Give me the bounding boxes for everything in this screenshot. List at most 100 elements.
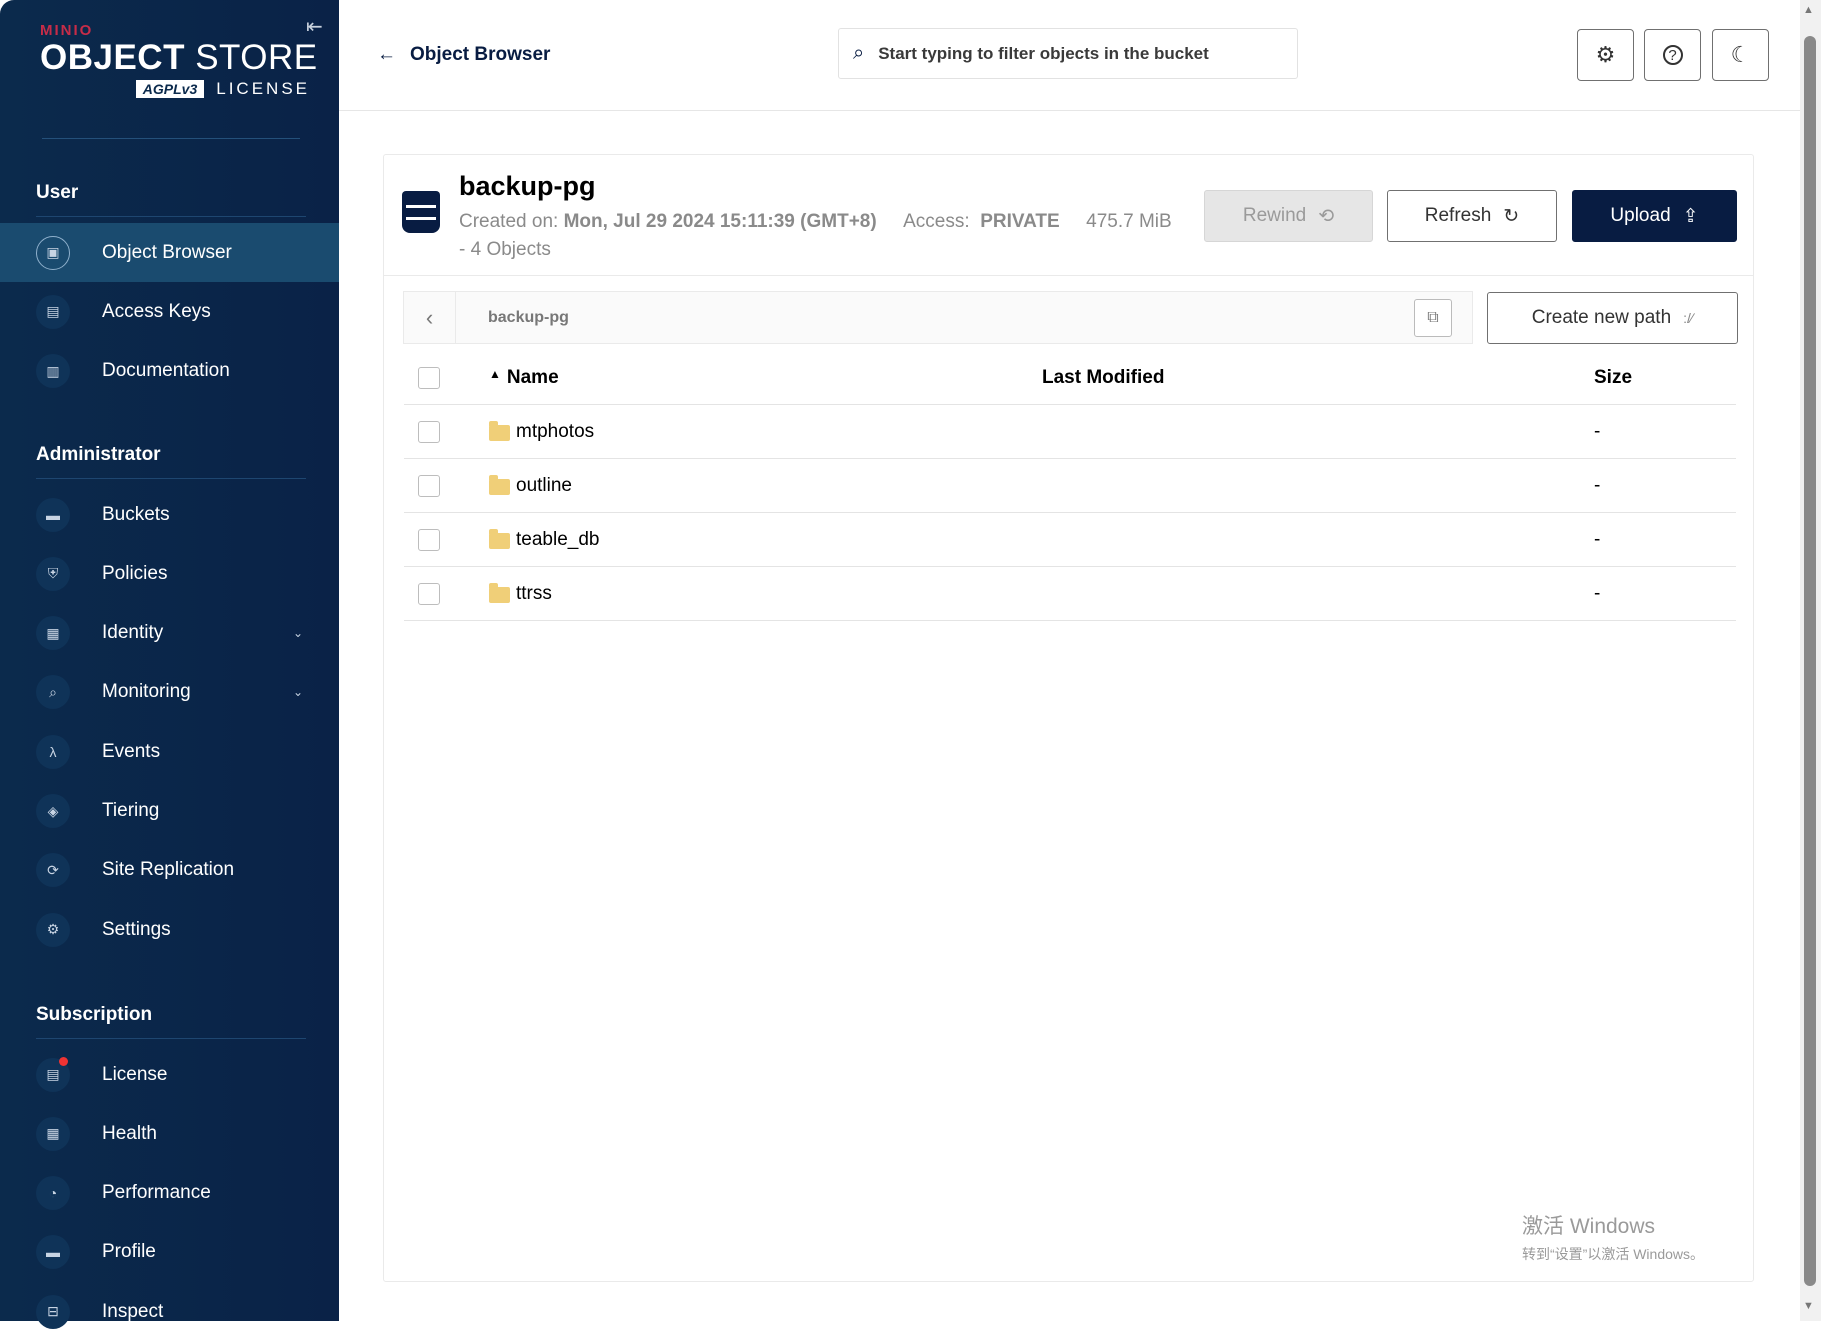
section-title: User (36, 182, 79, 203)
dark-mode-button[interactable]: ☾ (1712, 29, 1769, 81)
table-header: ▲ Name Last Modified Size (404, 351, 1736, 405)
settings-button[interactable]: ⚙ (1577, 29, 1634, 81)
sort-asc-icon: ▲ (489, 366, 501, 381)
scroll-down-icon[interactable]: ▼ (1803, 1300, 1814, 1312)
modified-column-header[interactable]: Last Modified (1042, 367, 1164, 389)
object-size: - (1594, 474, 1601, 496)
sidebar-item-object-browser[interactable]: ▣ Object Browser (0, 223, 339, 282)
sidebar-item-access-keys[interactable]: ▤ Access Keys (0, 282, 339, 341)
object-size: - (1594, 582, 1601, 604)
sidebar-item-performance[interactable]: ◔ Performance (0, 1164, 339, 1223)
upload-icon: ⇪ (1682, 205, 1699, 227)
sidebar-item-identity[interactable]: ▦ Identity ⌄ (0, 604, 339, 663)
select-all-checkbox[interactable] (418, 366, 440, 389)
inspect-icon: ⊟ (36, 1294, 70, 1329)
create-new-path-button[interactable]: Create new path:/∕ (1487, 292, 1738, 344)
gauge-icon: ◔ (36, 1176, 70, 1211)
sidebar-item-label: Settings (102, 918, 171, 940)
scrollbar[interactable]: ▲ ▼ (1800, 0, 1821, 1321)
row-checkbox[interactable] (418, 474, 440, 497)
breadcrumb-path[interactable]: backup-pg (488, 309, 1414, 327)
sidebar-item-events[interactable]: λ Events (0, 722, 339, 781)
rewind-button[interactable]: Rewind ⟲ (1204, 190, 1373, 242)
notification-dot (59, 1056, 68, 1066)
search-icon: ⌕ (853, 42, 865, 64)
object-browser-icon: ▣ (36, 235, 70, 270)
sidebar: MINIO OBJECT STORE AGPLv3 LICENSE ⇤ User ▣… (0, 0, 339, 1329)
sidebar-item-buckets[interactable]: ▬ Buckets (0, 485, 339, 544)
bucket-name: backup-pg (459, 171, 596, 201)
sidebar-item-label: Events (102, 740, 161, 762)
history-icon: ⟲ (1318, 205, 1335, 227)
row-checkbox[interactable] (418, 420, 440, 443)
folder-icon (489, 421, 510, 441)
folder-icon (489, 583, 510, 603)
gear-icon: ⚙ (36, 912, 70, 947)
sidebar-item-profile[interactable]: ▬ Profile (0, 1223, 339, 1282)
help-icon: ? (1662, 45, 1683, 65)
upload-button[interactable]: Upload ⇪ (1572, 190, 1737, 242)
table-row[interactable]: ttrss - (404, 567, 1736, 621)
sidebar-item-label: License (102, 1063, 168, 1085)
chevron-left-icon[interactable]: ‹ (404, 292, 456, 343)
row-checkbox[interactable] (418, 528, 440, 551)
sidebar-item-documentation[interactable]: ▥ Documentation (0, 342, 339, 401)
sidebar-item-site-replication[interactable]: ⟳ Site Replication (0, 841, 339, 900)
divider (36, 1038, 306, 1039)
divider (36, 216, 306, 217)
layers-icon: ◈ (36, 794, 70, 828)
sidebar-item-policies[interactable]: ⛨ Policies (0, 544, 339, 603)
table-row[interactable]: outline - (404, 459, 1736, 513)
gear-icon: ⚙ (1595, 42, 1616, 67)
sidebar-item-health[interactable]: ▦ Health (0, 1104, 339, 1163)
row-checkbox[interactable] (418, 582, 440, 605)
object-name[interactable]: mtphotos (489, 421, 594, 443)
name-column-header[interactable]: ▲ Name (489, 367, 559, 389)
help-button[interactable]: ? (1644, 29, 1701, 81)
scrollbar-thumb[interactable] (1804, 36, 1816, 1286)
section-title: Subscription (36, 1004, 153, 1025)
folder-icon (489, 529, 510, 549)
shield-icon: ⛨ (36, 556, 70, 591)
table-row[interactable]: teable_db - (404, 513, 1736, 567)
sidebar-item-license[interactable]: ▤ License (0, 1045, 339, 1104)
key-icon: ▤ (36, 294, 70, 329)
sidebar-item-label: Tiering (102, 800, 160, 821)
sidebar-item-label: Access Keys (102, 300, 211, 322)
sidebar-item-label: Buckets (102, 503, 170, 525)
bucket-meta: Created on: Mon, Jul 29 2024 15:11:39 (G… (459, 211, 1172, 232)
sidebar-item-inspect[interactable]: ⊟ Inspect (0, 1282, 339, 1341)
id-card-icon: ▦ (36, 616, 70, 651)
collapse-sidebar-icon[interactable]: ⇤ (306, 14, 323, 39)
sidebar-item-label: Policies (102, 562, 168, 584)
copy-icon: ⧉ (1427, 308, 1439, 326)
sidebar-item-settings[interactable]: ⚙ Settings (0, 900, 339, 959)
back-button[interactable]: ← Object Browser (377, 44, 550, 66)
sidebar-item-label: Identity (102, 622, 164, 644)
table-row[interactable]: mtphotos - (404, 405, 1736, 459)
document-icon: ▥ (36, 354, 70, 389)
section-title: Administrator (36, 444, 161, 465)
sidebar-item-label: Documentation (102, 360, 230, 382)
copy-path-button[interactable]: ⧉ (1414, 298, 1452, 337)
search-chart-icon: ⌕ (36, 675, 70, 710)
sidebar-item-tiering[interactable]: ◈ Tiering (0, 782, 339, 841)
object-size: - (1594, 420, 1601, 442)
header: ←Object Browser ⌕ ⚙ ? ☾ (339, 0, 1800, 111)
sidebar-item-monitoring[interactable]: ⌕ Monitoring ⌄ (0, 663, 339, 722)
bucket-icon: ▬ (36, 497, 70, 532)
arrow-left-icon: ← (377, 44, 396, 65)
chevron-down-icon[interactable]: ⌄ (293, 685, 303, 699)
object-count: - 4 Objects (459, 239, 551, 260)
size-column-header[interactable]: Size (1594, 367, 1632, 389)
refresh-button[interactable]: Refresh ↻ (1387, 190, 1557, 242)
scroll-up-icon[interactable]: ▲ (1803, 4, 1814, 16)
object-name[interactable]: outline (489, 475, 572, 497)
object-name[interactable]: ttrss (489, 583, 552, 605)
replication-icon: ⟳ (36, 853, 70, 888)
refresh-icon: ↻ (1503, 205, 1520, 227)
search-input[interactable] (878, 43, 1259, 64)
search-box: ⌕ (838, 28, 1298, 79)
chevron-down-icon[interactable]: ⌄ (293, 626, 303, 640)
object-name[interactable]: teable_db (489, 529, 599, 551)
